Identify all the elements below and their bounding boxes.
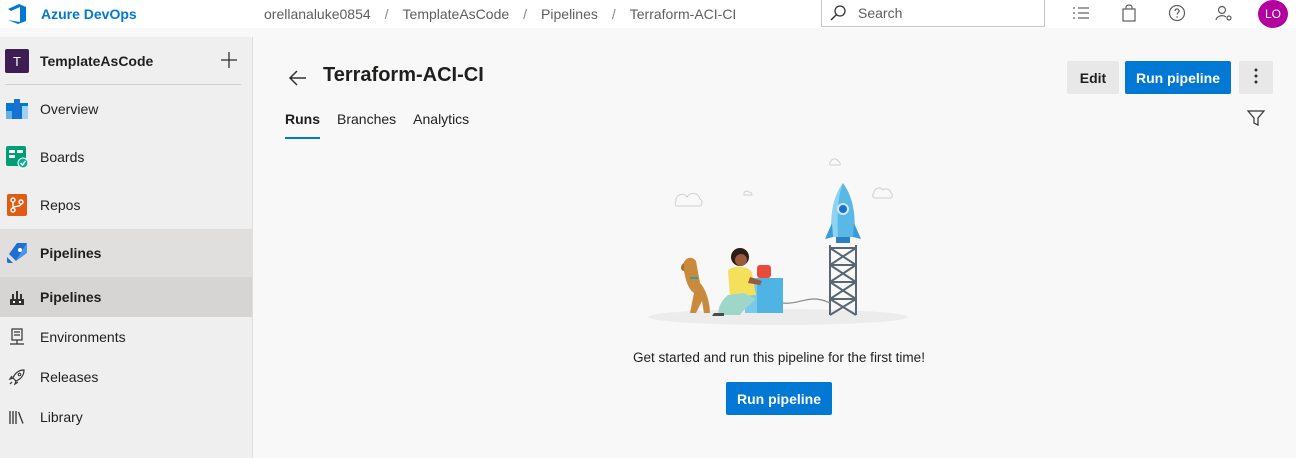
environments-icon xyxy=(8,328,26,346)
breadcrumb-project[interactable]: TemplateAsCode xyxy=(403,6,510,22)
sidebar-item-pipelines[interactable]: Pipelines xyxy=(0,229,252,277)
main-content: Terraform-ACI-CI Edit Run pipeline Runs … xyxy=(254,37,1296,458)
project-header[interactable]: T TemplateAsCode xyxy=(0,37,252,85)
sidebar-item-repos[interactable]: Repos xyxy=(0,181,252,229)
sidebar-item-label: Library xyxy=(40,409,83,425)
back-arrow-icon[interactable] xyxy=(287,67,309,89)
brand[interactable]: Azure DevOps xyxy=(0,0,254,28)
breadcrumb-organization[interactable]: orellanaluke0854 xyxy=(264,6,371,22)
project-name: TemplateAsCode xyxy=(40,53,154,69)
tab-analytics[interactable]: Analytics xyxy=(413,111,469,139)
overview-icon xyxy=(5,97,29,121)
run-pipeline-button[interactable]: Run pipeline xyxy=(1125,61,1231,94)
avatar[interactable]: LO xyxy=(1258,0,1288,28)
user-settings-icon[interactable] xyxy=(1215,4,1233,22)
task-list-icon[interactable] xyxy=(1072,4,1090,22)
sidebar-item-boards[interactable]: Boards xyxy=(0,133,252,181)
more-vertical-icon xyxy=(1254,67,1258,88)
sidebar-item-label: Pipelines xyxy=(40,245,102,261)
more-actions-button[interactable] xyxy=(1239,61,1273,94)
breadcrumb-pipelines[interactable]: Pipelines xyxy=(541,6,598,22)
tab-runs[interactable]: Runs xyxy=(285,111,320,139)
sidebar-subitem-library[interactable]: Library xyxy=(0,397,252,437)
library-icon xyxy=(8,408,26,426)
sidebar-subitem-releases[interactable]: Releases xyxy=(0,357,252,397)
empty-state-message: Get started and run this pipeline for th… xyxy=(633,350,925,365)
breadcrumb-separator: / xyxy=(611,6,616,22)
edit-button[interactable]: Edit xyxy=(1067,61,1119,94)
search-icon xyxy=(830,5,846,21)
breadcrumb: orellanaluke0854 / TemplateAsCode / Pipe… xyxy=(264,0,736,28)
breadcrumb-pipeline[interactable]: Terraform-ACI-CI xyxy=(630,6,737,22)
filter-icon[interactable] xyxy=(1247,109,1265,127)
sidebar-item-label: Environments xyxy=(40,329,126,345)
top-bar: Azure DevOps orellanaluke0854 / Template… xyxy=(0,0,1296,28)
azure-devops-logo-icon xyxy=(6,3,28,25)
sidebar-subitem-environments[interactable]: Environments xyxy=(0,317,252,357)
add-icon[interactable] xyxy=(219,50,239,70)
sidebar-item-label: Repos xyxy=(40,197,81,213)
cloud-left xyxy=(674,190,753,207)
releases-icon xyxy=(8,368,26,386)
project-badge: T xyxy=(5,49,29,73)
tab-branches[interactable]: Branches xyxy=(337,111,396,139)
breadcrumb-separator: / xyxy=(384,6,389,22)
brand-name: Azure DevOps xyxy=(41,6,137,22)
breadcrumb-separator: / xyxy=(523,6,528,22)
tab-bar: Runs Branches Analytics xyxy=(285,111,486,139)
pipelines-sub-icon xyxy=(8,288,26,306)
sidebar: T TemplateAsCode Overview Boards Repos P… xyxy=(0,37,253,458)
pipelines-icon xyxy=(5,241,29,265)
launch-rocket-illustration xyxy=(648,158,908,325)
run-pipeline-button-empty-state[interactable]: Run pipeline xyxy=(726,382,832,415)
sidebar-subitem-pipelines[interactable]: Pipelines xyxy=(0,277,252,317)
boards-icon xyxy=(5,145,29,169)
sidebar-item-overview[interactable]: Overview xyxy=(0,85,252,133)
search-input[interactable] xyxy=(858,5,1028,21)
page-title: Terraform-ACI-CI xyxy=(323,64,484,86)
sidebar-item-label: Overview xyxy=(40,101,99,117)
sidebar-item-label: Pipelines xyxy=(40,289,102,305)
search-box[interactable] xyxy=(821,0,1045,27)
help-icon[interactable] xyxy=(1168,4,1186,22)
repos-icon xyxy=(5,193,29,217)
marketplace-bag-icon[interactable] xyxy=(1120,4,1138,22)
sidebar-item-label: Releases xyxy=(40,369,99,385)
sidebar-item-label: Boards xyxy=(40,149,85,165)
